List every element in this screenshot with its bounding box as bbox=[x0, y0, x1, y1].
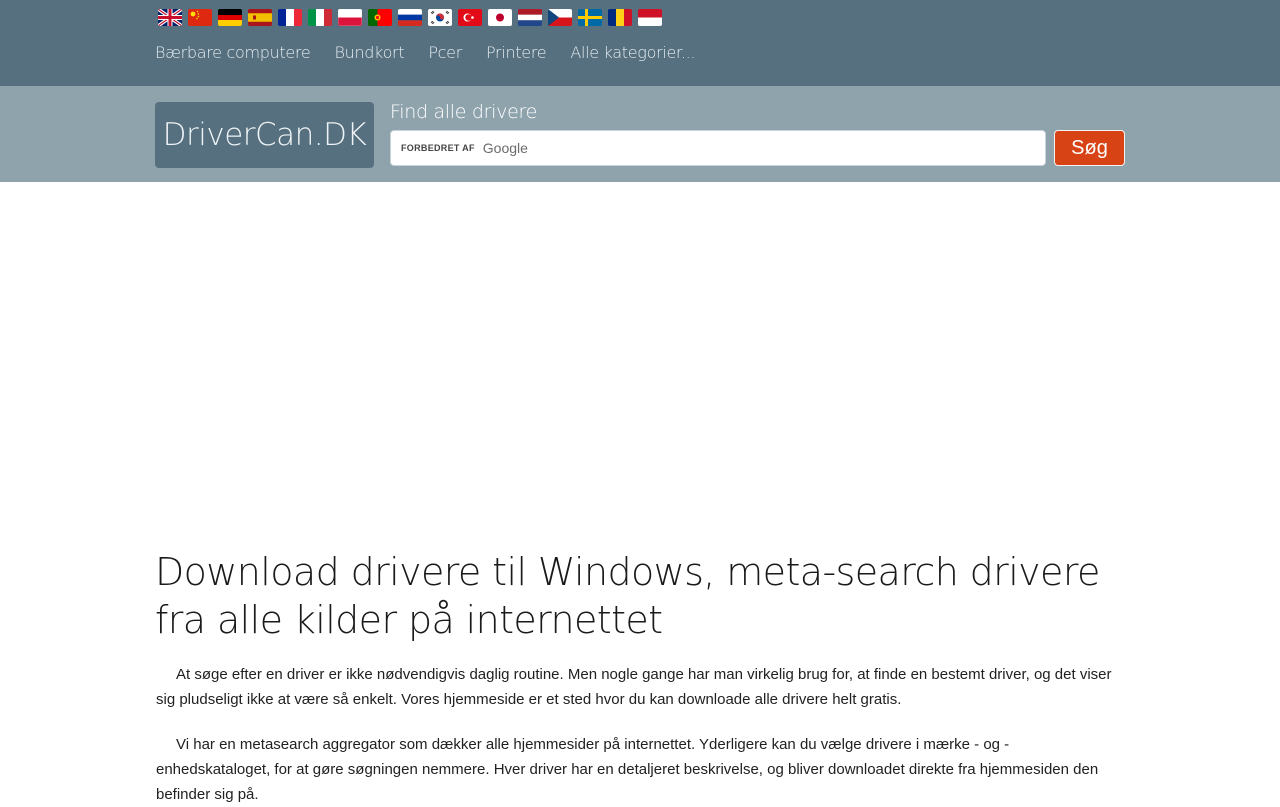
intro-paragraph: Vi har en metasearch aggregator som dækk… bbox=[156, 736, 1099, 803]
nav-item-pcs[interactable]: Pcer bbox=[428, 44, 462, 62]
search-input[interactable]: FORBEDRET AF Google bbox=[390, 130, 1046, 166]
flag-es-icon[interactable] bbox=[248, 9, 272, 26]
flag-pl-icon[interactable] bbox=[338, 9, 362, 26]
find-label: Find alle drivere bbox=[390, 101, 537, 123]
nav-item-all-categories[interactable]: Alle kategorier... bbox=[570, 44, 695, 62]
flag-tr-icon[interactable] bbox=[458, 9, 482, 26]
language-flags bbox=[158, 9, 662, 26]
flag-pt-icon[interactable] bbox=[368, 9, 392, 26]
page-title: Download drivere til Windows, meta-searc… bbox=[155, 550, 1100, 642]
flag-jp-icon[interactable] bbox=[488, 9, 512, 26]
flag-nl-icon[interactable] bbox=[518, 9, 542, 26]
flag-cn-icon[interactable] bbox=[188, 9, 212, 26]
nav-item-motherboards[interactable]: Bundkort bbox=[334, 44, 404, 62]
flag-ru-icon[interactable] bbox=[398, 9, 422, 26]
category-nav: Bærbare computere Bundkort Pcer Printere… bbox=[155, 44, 719, 62]
search-button[interactable]: Søg bbox=[1054, 130, 1125, 166]
intro-paragraph: At søge efter en driver er ikke nødvendi… bbox=[156, 666, 1112, 708]
flag-kr-icon[interactable] bbox=[428, 9, 452, 26]
nav-item-laptops[interactable]: Bærbare computere bbox=[155, 44, 311, 62]
search-enhanced-label: FORBEDRET AF bbox=[401, 143, 475, 153]
site-logo[interactable]: DriverCan.DK bbox=[155, 102, 374, 168]
flag-ro-icon[interactable] bbox=[608, 9, 632, 26]
flag-id-icon[interactable] bbox=[638, 9, 662, 26]
flag-cz-icon[interactable] bbox=[548, 9, 572, 26]
flag-it-icon[interactable] bbox=[308, 9, 332, 26]
google-logo: Google bbox=[482, 140, 528, 156]
flag-de-icon[interactable] bbox=[218, 9, 242, 26]
flag-uk-icon[interactable] bbox=[158, 9, 182, 26]
flag-se-icon[interactable] bbox=[578, 9, 602, 26]
top-bar: Bærbare computere Bundkort Pcer Printere… bbox=[0, 0, 1280, 86]
flag-fr-icon[interactable] bbox=[278, 9, 302, 26]
nav-item-printers[interactable]: Printere bbox=[486, 44, 547, 62]
search-bar: DriverCan.DK Find alle drivere FORBEDRET… bbox=[0, 86, 1280, 182]
ad-space bbox=[155, 182, 1125, 542]
main-content: Download drivere til Windows, meta-searc… bbox=[155, 548, 1125, 807]
